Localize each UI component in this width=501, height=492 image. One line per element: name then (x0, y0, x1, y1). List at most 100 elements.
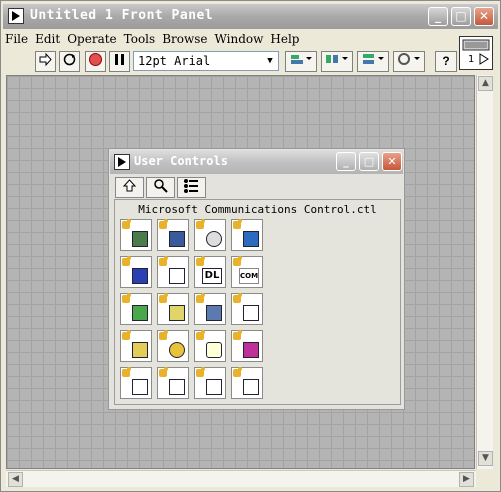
front-panel-window: Untitled 1 Front Panel _ □ ✕ File Edit Ope… (0, 0, 501, 492)
run-continuous-button[interactable] (59, 51, 80, 72)
puzzle-icon (122, 330, 131, 340)
control-icon[interactable] (120, 367, 152, 399)
control-icon[interactable]: DL (194, 256, 226, 288)
up-arrow-button[interactable] (115, 177, 144, 198)
control-icon[interactable] (120, 330, 152, 362)
control-icon[interactable] (231, 330, 263, 362)
abort-button[interactable] (85, 51, 106, 72)
up-arrow-icon (122, 179, 137, 192)
control-icon[interactable] (194, 330, 226, 362)
menu-tools[interactable]: Tools (124, 32, 156, 46)
puzzle-icon (122, 293, 131, 303)
control-icon[interactable]: COM (231, 256, 263, 288)
resize-icon (363, 54, 384, 64)
blocks-icon (132, 268, 148, 284)
scroll-left-arrow-icon[interactable]: ◀ (8, 472, 23, 487)
control-icon[interactable] (231, 293, 263, 325)
panel-icon (132, 231, 148, 247)
horizontal-scrollbar[interactable]: ◀ ▶ (6, 470, 476, 487)
resize-objects-button[interactable] (357, 51, 389, 72)
puzzle-icon (159, 256, 168, 266)
font-selector[interactable]: 12pt Arial ▼ (133, 51, 279, 71)
distribute-icon (326, 55, 348, 63)
calendar-icon (169, 305, 185, 321)
puzzle-icon (159, 293, 168, 303)
window-title: Untitled 1 Front Panel (30, 8, 214, 23)
help-button[interactable]: ? (435, 51, 457, 72)
play-icon (169, 268, 185, 284)
options-icon (184, 179, 198, 193)
phone-icon (206, 231, 222, 247)
search-button[interactable] (146, 177, 175, 198)
align-icon (291, 55, 312, 64)
control-icon[interactable] (120, 219, 152, 251)
font-value: 12pt Arial (138, 54, 211, 68)
chart-icon (132, 305, 148, 321)
scroll-up-arrow-icon[interactable]: ▲ (478, 76, 493, 91)
minimize-button[interactable]: _ (428, 7, 448, 26)
palette-title: User Controls (134, 154, 228, 168)
settings-icon (243, 231, 259, 247)
user-controls-palette: User Controls _ □ ✕ Microsoft Communicat… (108, 148, 405, 410)
puzzle-icon (159, 219, 168, 229)
scroll-right-arrow-icon[interactable]: ▶ (459, 472, 474, 487)
window-icon (243, 305, 259, 321)
connector-pane-label: 1 (468, 54, 475, 65)
control-icon[interactable] (194, 219, 226, 251)
control-icon[interactable] (231, 219, 263, 251)
edit-document-icon (243, 379, 259, 395)
control-icon[interactable] (157, 367, 189, 399)
magnifier-icon (169, 342, 185, 358)
align-objects-button[interactable] (285, 51, 317, 72)
puzzle-icon (233, 219, 242, 229)
search-icon (154, 179, 168, 193)
palette-minimize-button[interactable]: _ (336, 152, 356, 171)
close-button[interactable]: ✕ (474, 7, 494, 26)
menu-operate[interactable]: Operate (67, 32, 116, 46)
control-icon[interactable] (157, 293, 189, 325)
labview-icon (8, 8, 24, 24)
distribute-objects-button[interactable] (321, 51, 353, 72)
control-icon[interactable] (194, 367, 226, 399)
control-icon[interactable] (231, 367, 263, 399)
puzzle-icon (196, 219, 205, 229)
palette-title-bar[interactable]: User Controls _ □ ✕ (110, 150, 403, 174)
puzzle-icon (196, 367, 205, 377)
menu-window[interactable]: Window (215, 32, 264, 46)
menu-edit[interactable]: Edit (35, 32, 60, 46)
control-icon[interactable] (157, 219, 189, 251)
edit-document-icon (169, 379, 185, 395)
puzzle-icon (196, 330, 205, 340)
maximize-button[interactable]: □ (451, 7, 471, 26)
control-icon[interactable] (120, 256, 152, 288)
palette-close-button[interactable]: ✕ (382, 152, 402, 171)
pause-button[interactable] (109, 51, 130, 72)
puzzle-icon (122, 256, 131, 266)
puzzle-icon (233, 256, 242, 266)
title-bar[interactable]: Untitled 1 Front Panel _ □ ✕ (3, 4, 498, 29)
dl-icon: DL (202, 268, 222, 284)
puzzle-icon (122, 219, 131, 229)
menu-help[interactable]: Help (270, 32, 299, 46)
control-icon[interactable] (157, 256, 189, 288)
grid-icon (206, 305, 222, 321)
tooltip-icon (206, 342, 222, 358)
com-icon: COM (239, 268, 259, 284)
connector-pane[interactable]: 1 (459, 36, 493, 70)
list-icon (132, 342, 148, 358)
menu-browse[interactable]: Browse (162, 32, 207, 46)
palette-maximize-button[interactable]: □ (359, 152, 379, 171)
control-icon[interactable] (157, 330, 189, 362)
control-icon[interactable] (120, 293, 152, 325)
scroll-down-arrow-icon[interactable]: ▼ (478, 451, 493, 466)
puzzle-icon (233, 367, 242, 377)
control-icon[interactable] (194, 293, 226, 325)
reorder-button[interactable] (393, 51, 425, 72)
document-icon (243, 342, 259, 358)
run-button[interactable] (35, 51, 56, 72)
edit-document-icon (206, 379, 222, 395)
options-button[interactable] (177, 177, 206, 198)
menu-file[interactable]: File (5, 32, 28, 46)
vertical-scrollbar[interactable]: ▲ ▼ (476, 75, 493, 469)
labview-icon (114, 154, 130, 170)
